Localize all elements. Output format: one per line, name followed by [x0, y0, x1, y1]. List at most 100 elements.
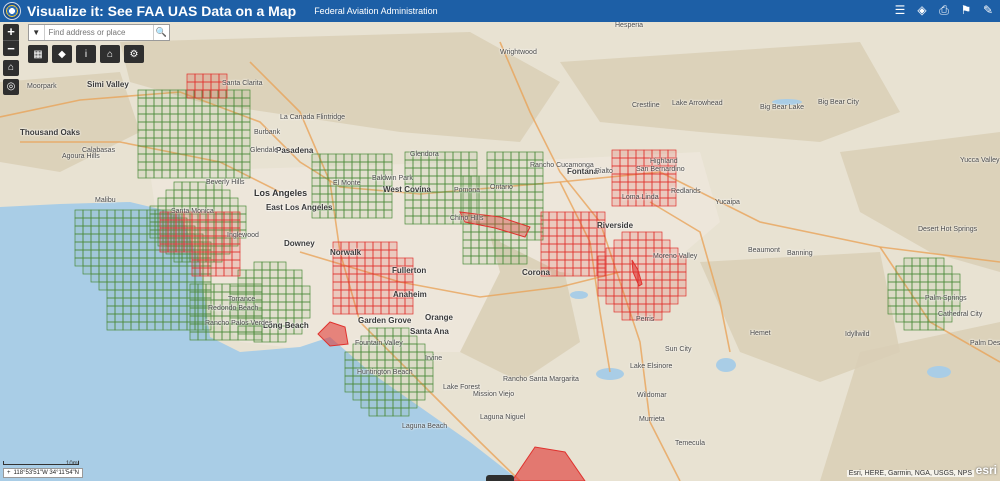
place-label: Norwalk	[330, 248, 362, 257]
place-label: Desert Hot Springs	[918, 226, 978, 233]
place-label: Crestline	[632, 102, 660, 109]
place-label: Highland	[650, 158, 678, 165]
place-label: Palm Springs	[925, 295, 967, 302]
place-label: Yucca Valley	[960, 157, 1000, 164]
header-toolbar: ☰ ◈ ⎙ ⚑ ✎	[892, 2, 996, 18]
place-label: Downey	[284, 239, 315, 248]
place-label: Cathedral City	[938, 311, 983, 318]
layers-icon[interactable]: ◈	[914, 2, 930, 18]
app-window: Visualize it: See FAA UAS Data on a Map …	[0, 0, 1000, 481]
place-label: Chino Hills	[450, 215, 484, 222]
place-label: Yucaipa	[715, 199, 740, 206]
place-label: Anaheim	[393, 290, 427, 299]
place-label: Orange	[425, 313, 454, 322]
place-label: Sun City	[665, 346, 692, 353]
place-label: Agoura Hills	[62, 153, 100, 160]
faa-logo-icon	[3, 2, 21, 20]
info-icon[interactable]: i	[76, 45, 96, 63]
place-label: Santa Monica	[171, 208, 214, 215]
place-label: San Bernardino	[636, 166, 685, 173]
place-label: El Monte	[333, 180, 361, 187]
search-icon[interactable]: 🔍	[152, 25, 169, 40]
place-label: Los Angeles	[254, 188, 308, 198]
lake-mathews	[570, 291, 588, 299]
place-label: Temecula	[675, 440, 705, 447]
place-label: Thousand Oaks	[20, 128, 81, 137]
place-label: Lake Forest	[443, 384, 480, 391]
share-icon[interactable]: ⚙	[124, 45, 144, 63]
basemap[interactable]	[0, 22, 1000, 481]
place-label: Banning	[787, 250, 813, 257]
locate-icon[interactable]: ◎	[3, 79, 19, 95]
zoom-out-button[interactable]: −	[3, 40, 19, 56]
search-widget: ▼ 🔍	[28, 24, 170, 41]
app-title: Visualize it: See FAA UAS Data on a Map	[27, 3, 297, 19]
uas-grid-green[interactable]	[189, 283, 263, 341]
app-header: Visualize it: See FAA UAS Data on a Map …	[0, 0, 1000, 22]
place-label: Santa Ana	[410, 327, 449, 336]
layer-list-icon[interactable]: ◆	[52, 45, 72, 63]
place-label: Riverside	[597, 221, 634, 230]
place-label: Rancho Palos Verdes	[205, 320, 273, 327]
chevron-down-icon[interactable]: ▼	[29, 25, 45, 40]
place-label: Idyllwild	[845, 331, 870, 338]
place-label: Hesperia	[615, 22, 644, 29]
uas-grid-green[interactable]	[887, 257, 961, 331]
bookmark-icon[interactable]: ⚑	[958, 2, 974, 18]
place-label: Inglewood	[227, 232, 259, 239]
place-label: Big Bear Lake	[760, 104, 804, 111]
diamond-valley-lake	[716, 358, 736, 372]
place-label: Fountain Valley	[355, 340, 403, 347]
education-icon[interactable]: ⌂	[100, 45, 120, 63]
legend-list-icon[interactable]: ☰	[892, 2, 908, 18]
place-label: Beaumont	[748, 247, 780, 254]
place-label: Moorpark	[27, 83, 57, 90]
place-label: Rancho Santa Margarita	[503, 376, 579, 383]
place-label: East Los Angeles	[266, 203, 333, 212]
place-label: Mission Viejo	[473, 391, 515, 398]
place-label: Irvine	[425, 355, 443, 362]
coordinate-readout: + 118°53'51"W 34°11'54"N	[3, 468, 84, 478]
place-label: Lake Arrowhead	[672, 100, 723, 107]
uas-grid-green[interactable]	[137, 89, 251, 179]
place-label: Redondo Beach	[208, 305, 259, 312]
place-label: Beverly Hills	[206, 179, 245, 186]
place-label: Hemet	[750, 330, 771, 337]
place-label: Loma Linda	[622, 194, 659, 201]
place-label: Malibu	[95, 197, 116, 204]
zoom-in-button[interactable]: +	[3, 24, 19, 40]
measure-icon[interactable]: ✎	[980, 2, 996, 18]
print-icon[interactable]: ⎙	[936, 2, 952, 18]
map-view[interactable]: Los Angeles East Los Angeles Norwalk Garden…	[0, 22, 1000, 481]
place-label: Santa Clarita	[222, 80, 263, 87]
place-label: Redlands	[671, 188, 701, 195]
place-label: Moreno Valley	[653, 253, 698, 260]
place-label: Huntington Beach	[357, 369, 413, 376]
app-subtitle: Federal Aviation Administration	[314, 6, 438, 16]
place-label: Torrance	[228, 296, 256, 303]
zoom-control: + −	[3, 24, 19, 56]
place-label: Corona	[522, 268, 550, 277]
coordinate-expand-icon[interactable]: +	[7, 470, 11, 476]
place-label: Fullerton	[392, 266, 427, 275]
uas-grid-red[interactable]	[540, 211, 606, 277]
desert-lake	[927, 366, 951, 378]
place-label: Simi Valley	[87, 80, 129, 89]
place-label: La Canada Flintridge	[280, 114, 345, 121]
search-input[interactable]	[44, 25, 153, 40]
place-label: Ontario	[490, 184, 513, 191]
attribute-table-toggle[interactable]	[486, 475, 514, 481]
map-attribution: Esri, HERE, Garmin, NGA, USGS, NPS	[846, 470, 974, 477]
home-icon[interactable]: ⌂	[3, 60, 19, 76]
place-label: Rialto	[595, 168, 613, 175]
place-label: Pasadena	[276, 146, 314, 155]
place-label: Laguna Niguel	[480, 414, 526, 421]
esri-logo: esri	[975, 463, 997, 477]
widget-toolbar: ▦ ◆ i ⌂ ⚙	[28, 45, 144, 63]
place-label: West Covina	[383, 185, 431, 194]
basemap-gallery-icon[interactable]: ▦	[28, 45, 48, 63]
place-label: Lake Elsinore	[630, 363, 673, 370]
uas-grid-red[interactable]	[186, 73, 228, 99]
place-label: Big Bear City	[818, 99, 859, 106]
place-label: Pomona	[454, 187, 481, 194]
